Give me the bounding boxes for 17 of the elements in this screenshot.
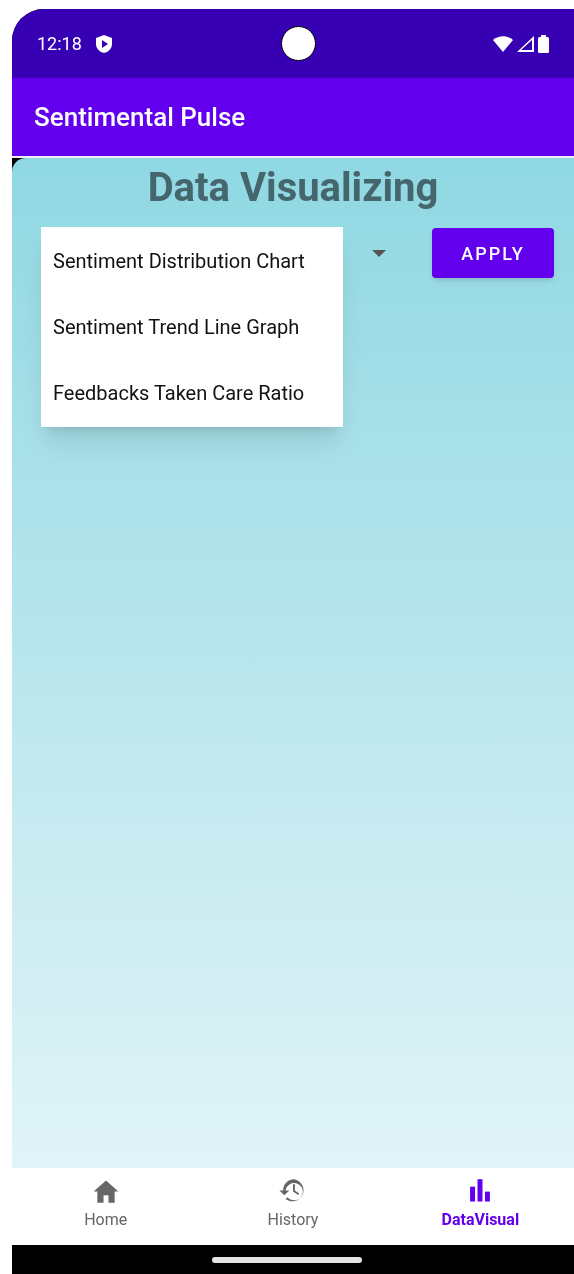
app-title: Sentimental Pulse <box>34 100 246 134</box>
signal-icon <box>517 35 534 52</box>
menu-item[interactable]: Sentiment Trend Line Graph <box>41 294 343 360</box>
camera-cutout <box>281 26 316 61</box>
shield-icon <box>95 34 112 53</box>
gesture-handle[interactable] <box>212 1256 362 1263</box>
nav-tab[interactable]: History <box>199 1168 387 1245</box>
status-time: 12:18 <box>37 32 82 56</box>
dropdown-arrow-icon[interactable] <box>372 249 386 257</box>
screen-heading: Data Visualizing <box>146 163 440 213</box>
menu-item[interactable]: Sentiment Distribution Chart <box>41 228 343 294</box>
nav-tab[interactable]: Home <box>12 1168 200 1245</box>
nav-tab[interactable]: DataVisual <box>386 1168 574 1245</box>
apply-button[interactable]: APPLY <box>432 228 554 278</box>
menu-item[interactable]: Feedbacks Taken Care Ratio <box>41 360 343 426</box>
battery-icon <box>538 34 549 53</box>
wifi-icon <box>493 35 513 52</box>
